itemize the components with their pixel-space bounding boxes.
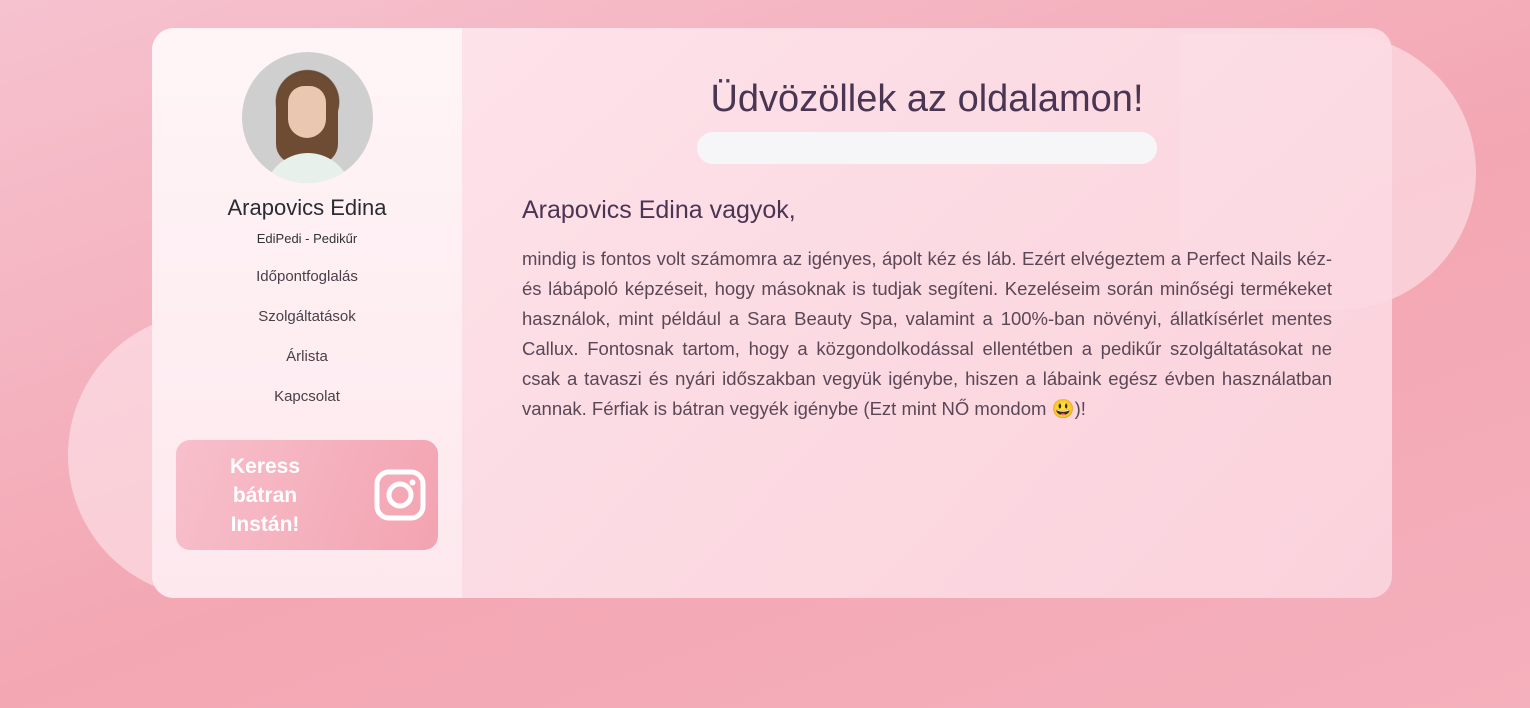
- sidebar: Arapovics Edina EdiPedi - Pedikűr Időpon…: [152, 28, 462, 598]
- avatar-shirt: [263, 153, 352, 183]
- nav-item-idopontfoglalas[interactable]: Időpontfoglalás: [256, 268, 358, 286]
- nav-item-arlista[interactable]: Árlista: [286, 348, 328, 366]
- main-card: Arapovics Edina EdiPedi - Pedikűr Időpon…: [152, 28, 1392, 598]
- instagram-line-3: Instán!: [230, 512, 300, 536]
- nav-item-kapcsolat[interactable]: Kapcsolat: [274, 388, 340, 406]
- instagram-line-1: Keress: [229, 454, 301, 478]
- avatar: [241, 52, 373, 183]
- nav-item-szolgaltatasok[interactable]: Szolgáltatások: [258, 308, 356, 326]
- instagram-button-label: Keress bátran Instán!: [200, 452, 330, 539]
- instagram-line-2: bátran: [232, 483, 298, 507]
- title-decoration-bar: [697, 132, 1157, 164]
- instagram-icon: [374, 469, 426, 521]
- page-title: Üdvözöllek az oldalamon!: [710, 78, 1144, 120]
- sidebar-nav: Időpontfoglalás Szolgáltatások Árlista K…: [256, 268, 358, 406]
- intro-heading: Arapovics Edina vagyok,: [522, 196, 796, 224]
- profile-name: Arapovics Edina: [227, 195, 387, 220]
- profile-subtitle: EdiPedi - Pedikűr: [256, 231, 358, 246]
- instagram-button[interactable]: Keress bátran Instán!: [176, 440, 438, 550]
- main-content: Üdvözöllek az oldalamon! Arapovics Edina…: [462, 28, 1392, 598]
- avatar-face: [287, 86, 326, 138]
- intro-text: mindig is fontos volt számomra az igénye…: [522, 248, 1332, 419]
